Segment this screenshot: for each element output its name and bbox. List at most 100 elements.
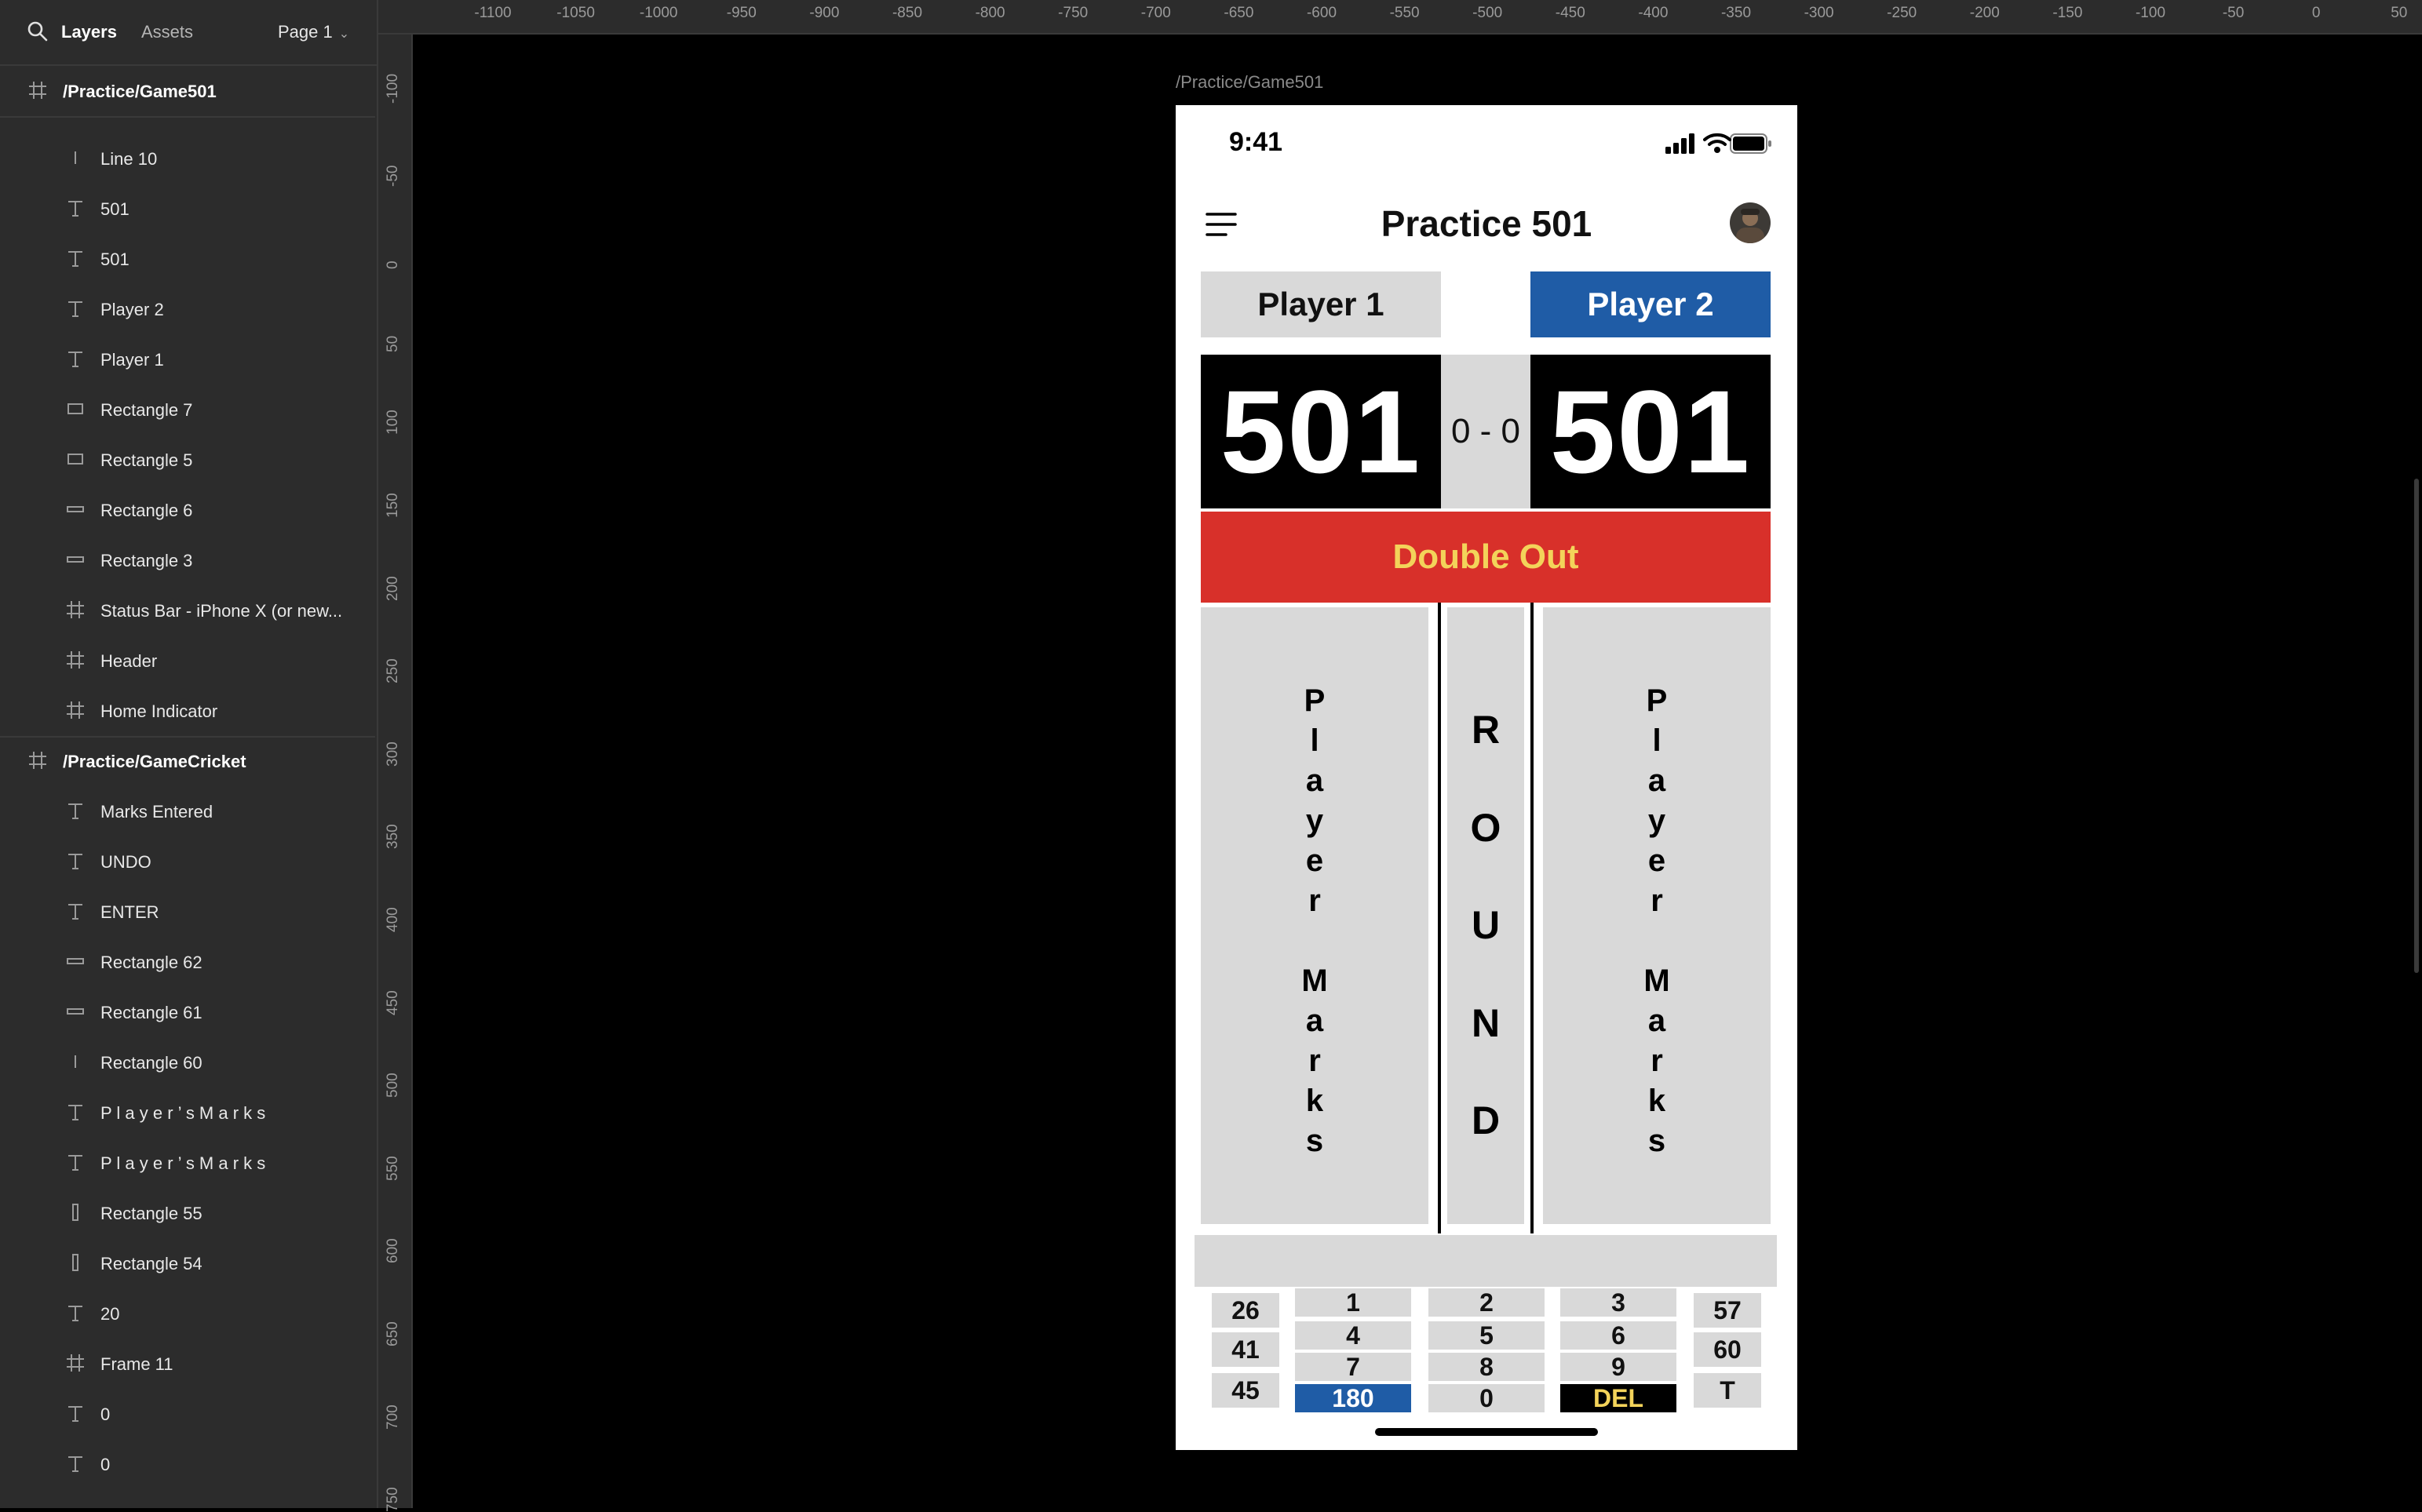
- out-mode-banner[interactable]: Double Out: [1201, 512, 1771, 603]
- layer-row[interactable]: UNDO: [0, 836, 375, 887]
- label-letter: y: [1647, 803, 1666, 838]
- keypad-key-26[interactable]: 26: [1212, 1293, 1279, 1328]
- keypad-key-4[interactable]: 4: [1295, 1321, 1411, 1350]
- layer-row[interactable]: Rectangle 5: [0, 435, 375, 485]
- text-icon: [64, 1452, 86, 1474]
- layer-row[interactable]: 501: [0, 184, 375, 234]
- keypad-key-57[interactable]: 57: [1694, 1293, 1761, 1328]
- layer-row[interactable]: Rectangle 7: [0, 384, 375, 435]
- layer-row[interactable]: Rectangle 3: [0, 535, 375, 585]
- ruler-tick-label: -650: [1224, 5, 1254, 21]
- frame-label[interactable]: /Practice/Game501: [1176, 72, 1323, 93]
- ruler-tick-label: -1000: [639, 5, 678, 21]
- keypad-key-41[interactable]: 41: [1212, 1332, 1279, 1367]
- layer-row[interactable]: Rectangle 55: [0, 1188, 375, 1238]
- label-letter: M: [1301, 964, 1328, 998]
- keypad-key-6[interactable]: 6: [1560, 1321, 1676, 1350]
- text-icon: [64, 850, 86, 872]
- frame-icon: [27, 79, 49, 101]
- layer-name: Rectangle 5: [100, 450, 193, 470]
- canvas-scrollbar[interactable]: [2414, 479, 2419, 973]
- layer-row[interactable]: Header: [0, 636, 375, 686]
- text-icon: [64, 348, 86, 370]
- layer-row[interactable]: Player 2: [0, 284, 375, 334]
- player1-tab[interactable]: Player 1: [1201, 271, 1441, 337]
- keypad-key-8[interactable]: 8: [1428, 1353, 1545, 1381]
- vertical-ruler[interactable]: -100 -50 0 50 100 150 200 250 300 350 400 450 500 550…: [378, 35, 413, 1512]
- ruler-tick-label: -1100: [474, 5, 512, 21]
- ruler-tick-label: 650: [385, 1321, 401, 1346]
- keypad-key-9[interactable]: 9: [1560, 1353, 1676, 1381]
- layer-row[interactable]: 501: [0, 234, 375, 284]
- home-indicator: [1375, 1428, 1598, 1436]
- label-letter: a: [1305, 1004, 1324, 1038]
- keypad-key-del[interactable]: DEL: [1560, 1384, 1676, 1412]
- tab-assets[interactable]: Assets: [141, 22, 193, 42]
- layer-row[interactable]: P l a y e r ’ s M a r k s: [0, 1138, 375, 1188]
- layer-row[interactable]: Rectangle 62: [0, 937, 375, 987]
- layer-row[interactable]: Marks Entered: [0, 786, 375, 836]
- ruler-tick-label: 550: [385, 1156, 401, 1181]
- search-icon[interactable]: [27, 20, 49, 42]
- text-icon: [64, 197, 86, 219]
- column-divider: [1530, 603, 1534, 1233]
- ruler-tick-label: 750: [385, 1487, 401, 1512]
- layer-row[interactable]: Player 1: [0, 334, 375, 384]
- ruler-tick-label: 100: [385, 410, 401, 435]
- layer-row[interactable]: 0: [0, 1439, 375, 1489]
- layer-row[interactable]: Frame 11: [0, 1339, 375, 1389]
- keypad-key-1[interactable]: 1: [1295, 1288, 1411, 1317]
- layer-row[interactable]: Line 10: [0, 133, 375, 184]
- text-icon: [64, 1151, 86, 1173]
- keypad-key-5[interactable]: 5: [1428, 1321, 1545, 1350]
- avatar[interactable]: [1730, 202, 1771, 243]
- layer-name: Rectangle 54: [100, 1254, 202, 1273]
- layer-row[interactable]: ENTER: [0, 887, 375, 937]
- layer-row[interactable]: Home Indicator: [0, 686, 375, 738]
- ruler-tick-label: 300: [385, 741, 401, 767]
- layer-row[interactable]: Rectangle 61: [0, 987, 375, 1037]
- keypad-key-0[interactable]: 0: [1428, 1384, 1545, 1412]
- keypad-key-3[interactable]: 3: [1560, 1288, 1676, 1317]
- keypad-key-60[interactable]: 60: [1694, 1332, 1761, 1367]
- tab-layers[interactable]: Layers: [61, 22, 117, 42]
- layer-row[interactable]: /Practice/GameCricket: [0, 736, 375, 786]
- ruler-tick-label: -50: [2222, 5, 2245, 21]
- keypad-key-180[interactable]: 180: [1295, 1384, 1411, 1412]
- layer-row[interactable]: 0: [0, 1389, 375, 1439]
- label-letter: D: [1471, 1098, 1501, 1142]
- ruler-tick-label: -750: [1058, 5, 1089, 21]
- page-select[interactable]: Page 1 ⌄: [278, 22, 349, 42]
- label-letter: R: [1471, 708, 1501, 752]
- player2-tab[interactable]: Player 2: [1530, 271, 1771, 337]
- ruler-tick-label: -250: [1887, 5, 1917, 21]
- keypad-key-T[interactable]: T: [1694, 1373, 1761, 1408]
- layer-row[interactable]: Rectangle 60: [0, 1037, 375, 1088]
- rectangle-icon: [64, 498, 86, 520]
- ruler-tick-label: -350: [1720, 5, 1752, 21]
- layer-row[interactable]: Rectangle 6: [0, 485, 375, 535]
- layer-row[interactable]: 20: [0, 1288, 375, 1339]
- keypad-key-7[interactable]: 7: [1295, 1353, 1411, 1381]
- ruler-tick-label: 0: [385, 261, 401, 270]
- panel-header: Layers Assets Page 1 ⌄: [0, 0, 377, 66]
- layer-name: Rectangle 60: [100, 1053, 202, 1073]
- label-letter: s: [1305, 1124, 1324, 1158]
- layer-row[interactable]: Rectangle 54: [0, 1238, 375, 1288]
- layer-name: Frame 11: [100, 1354, 173, 1374]
- horizontal-ruler[interactable]: -1100 -1050 -1000 -950 -900 -850 -800 -750 -700-…: [378, 0, 2422, 35]
- rectangle-icon: [64, 950, 86, 972]
- label-letter: l: [1310, 723, 1319, 758]
- frame-icon: [64, 699, 86, 721]
- keypad-key-2[interactable]: 2: [1428, 1288, 1545, 1317]
- player2-score: 501: [1530, 355, 1771, 508]
- layer-row[interactable]: Status Bar - iPhone X (or new...: [0, 585, 375, 636]
- ruler-tick-label: 400: [385, 907, 401, 932]
- layer-row[interactable]: /Practice/Game501: [0, 66, 375, 118]
- keypad-key-45[interactable]: 45: [1212, 1373, 1279, 1408]
- round-panel: R O U N D: [1447, 607, 1524, 1224]
- label-letter: [1543, 921, 1771, 961]
- label-letter: N: [1471, 1000, 1501, 1045]
- phone-frame[interactable]: 9:41 Practice 501 Player 1 Player 2 501: [1176, 105, 1797, 1450]
- layer-row[interactable]: P l a y e r ’ s M a r k s: [0, 1088, 375, 1138]
